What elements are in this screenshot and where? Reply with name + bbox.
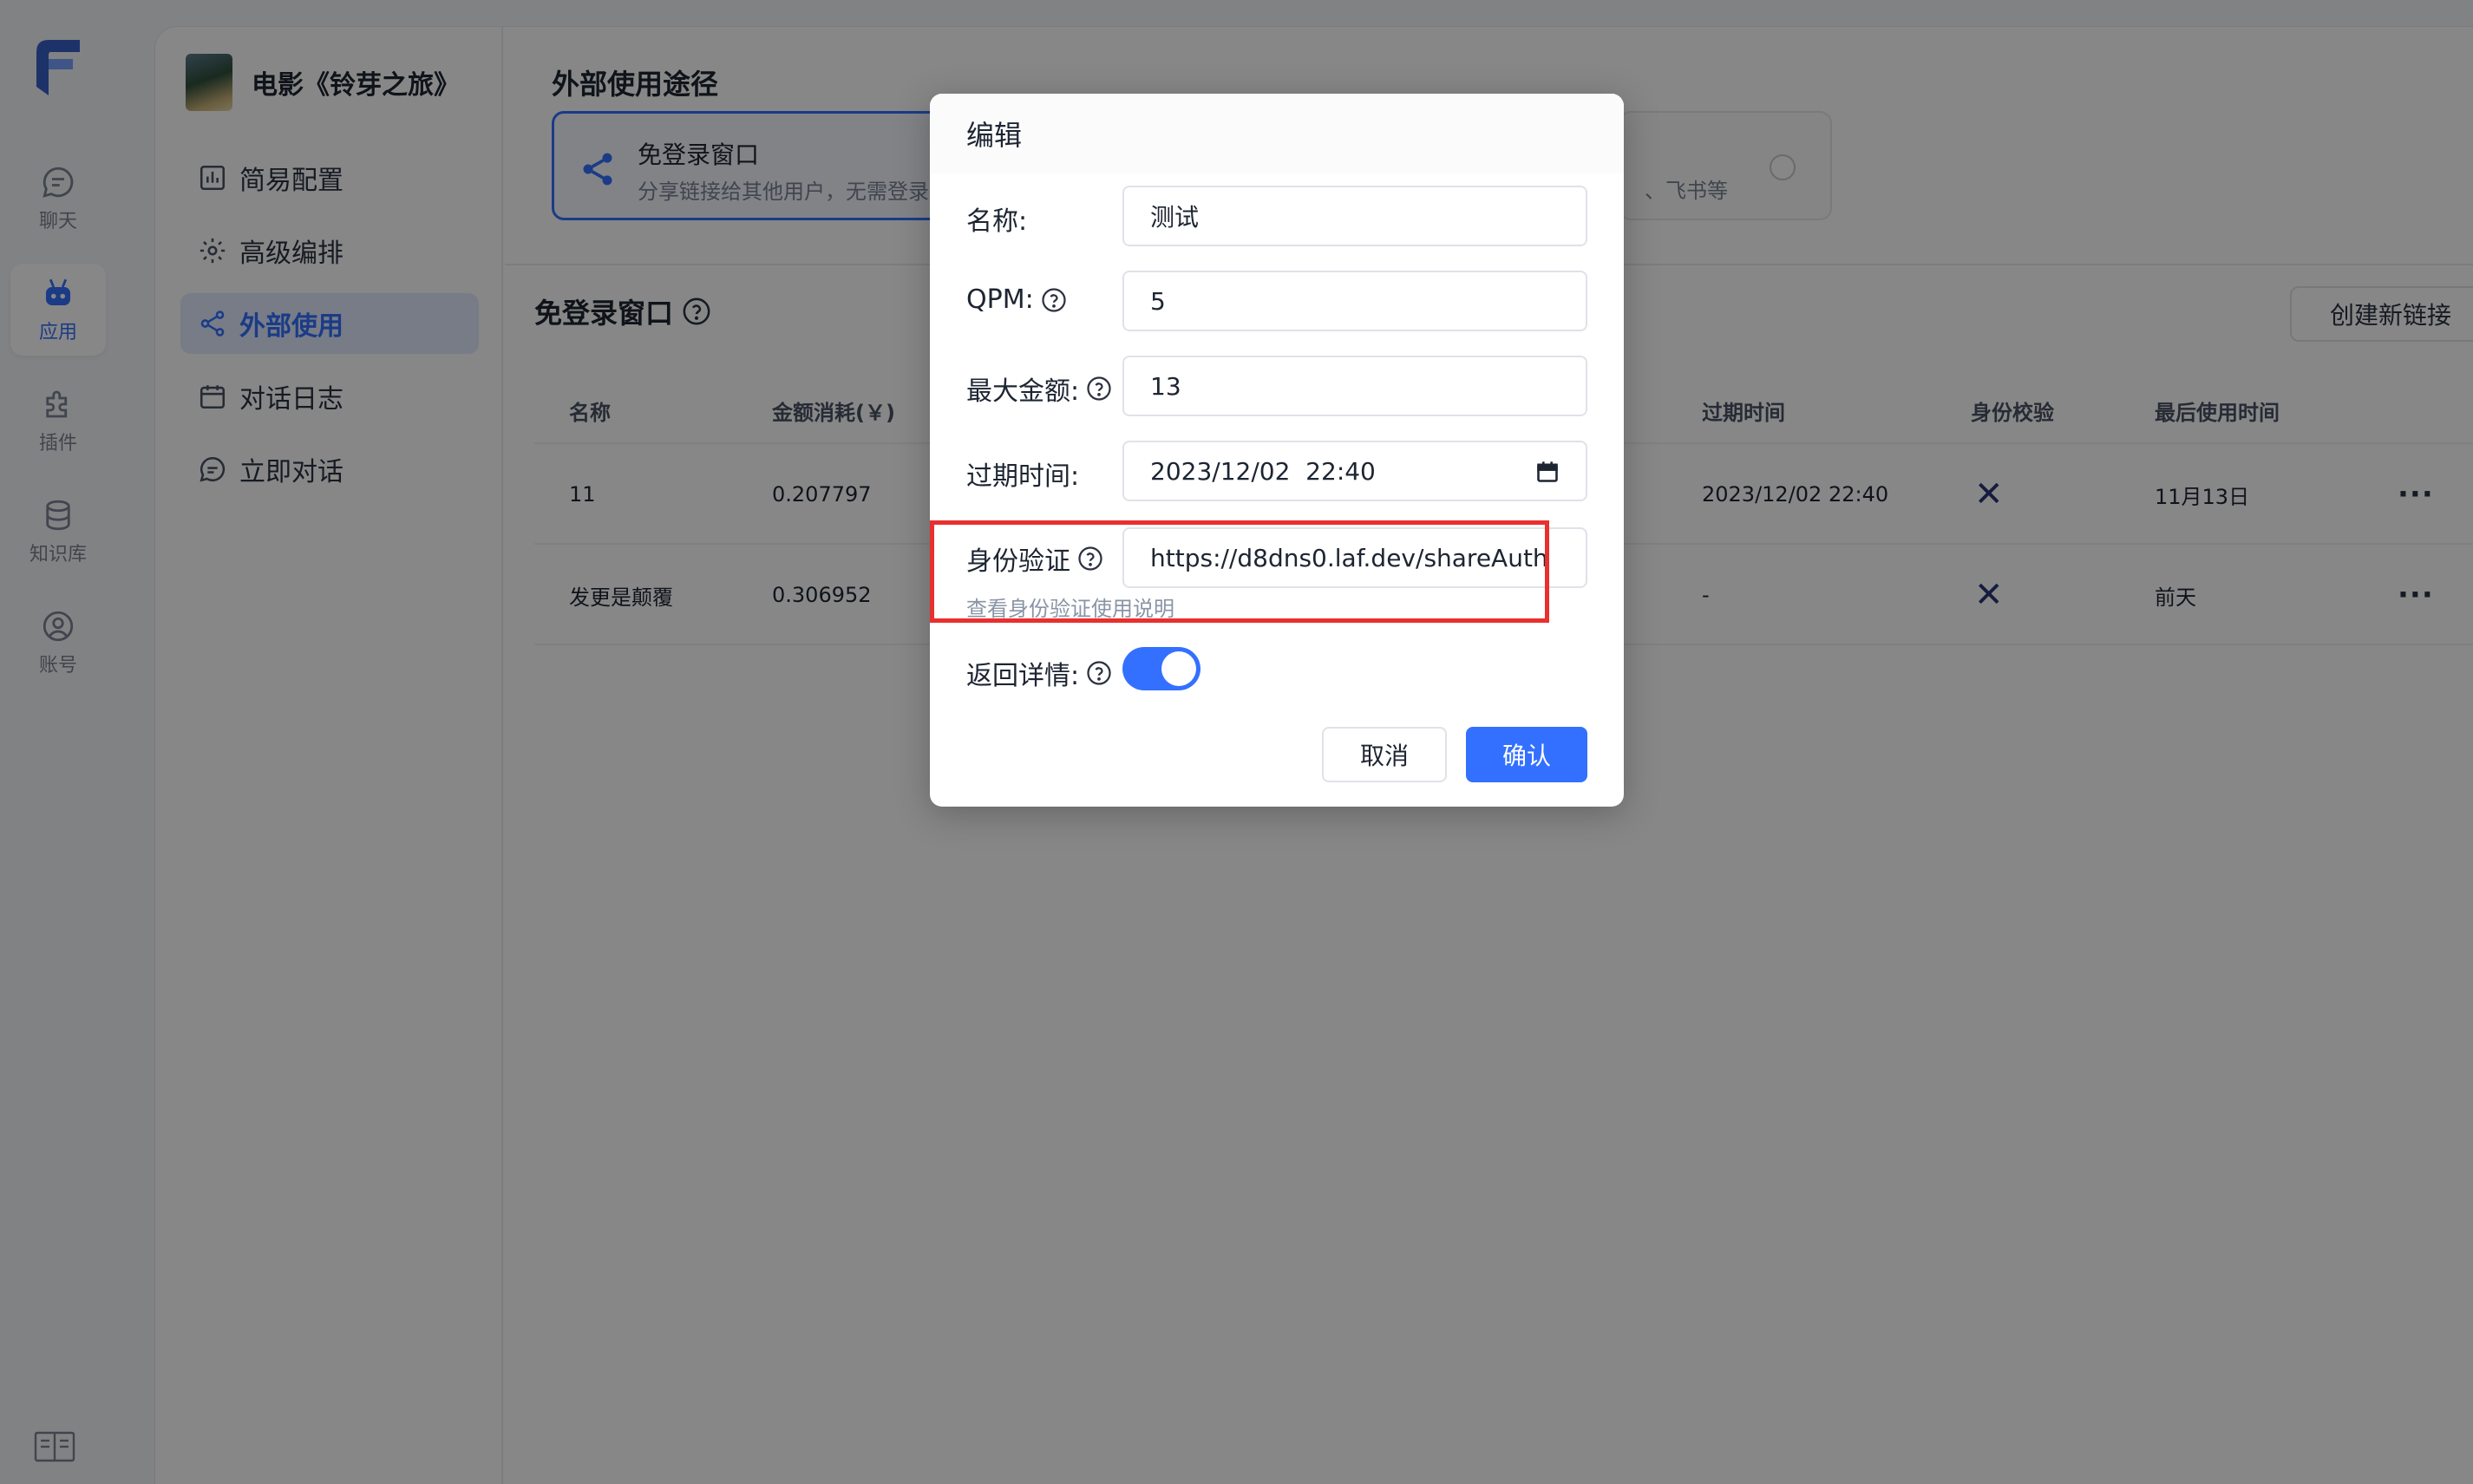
- expire-label-text: 过期时间:: [966, 461, 1080, 492]
- expire-value: 2023/12/02 22:40: [1150, 456, 1376, 486]
- expire-label: 过期时间:: [966, 454, 1079, 493]
- qpm-label: QPM:: [966, 284, 1067, 315]
- return-detail-label-text: 返回详情:: [966, 661, 1080, 691]
- max-amount-input[interactable]: 13: [1122, 356, 1587, 416]
- name-label: 名称:: [966, 199, 1027, 238]
- max-amount-label: 最大金额:: [966, 369, 1112, 408]
- edit-modal: 编辑 名称: 测试 QPM: 5 最大金额: 13 过期时间: 2023/12/…: [930, 94, 1624, 807]
- name-label-text: 名称:: [966, 206, 1028, 237]
- qpm-input[interactable]: 5: [1122, 271, 1587, 331]
- expire-datetime-input[interactable]: 2023/12/02 22:40: [1122, 441, 1587, 501]
- help-icon[interactable]: [1086, 376, 1112, 402]
- help-icon[interactable]: [1086, 660, 1112, 686]
- modal-title: 编辑: [930, 94, 1624, 173]
- cancel-button[interactable]: 取消: [1322, 727, 1447, 782]
- max-amount-label-text: 最大金额:: [966, 376, 1080, 407]
- toggle-knob: [1161, 651, 1196, 686]
- highlight-annotation-box: [930, 520, 1549, 623]
- qpm-label-text: QPM:: [966, 284, 1034, 315]
- return-detail-toggle[interactable]: [1122, 647, 1201, 690]
- help-icon[interactable]: [1041, 287, 1067, 313]
- calendar-icon[interactable]: [1535, 460, 1560, 484]
- name-input[interactable]: 测试: [1122, 186, 1587, 246]
- return-detail-label: 返回详情:: [966, 654, 1112, 692]
- confirm-button[interactable]: 确认: [1466, 727, 1587, 782]
